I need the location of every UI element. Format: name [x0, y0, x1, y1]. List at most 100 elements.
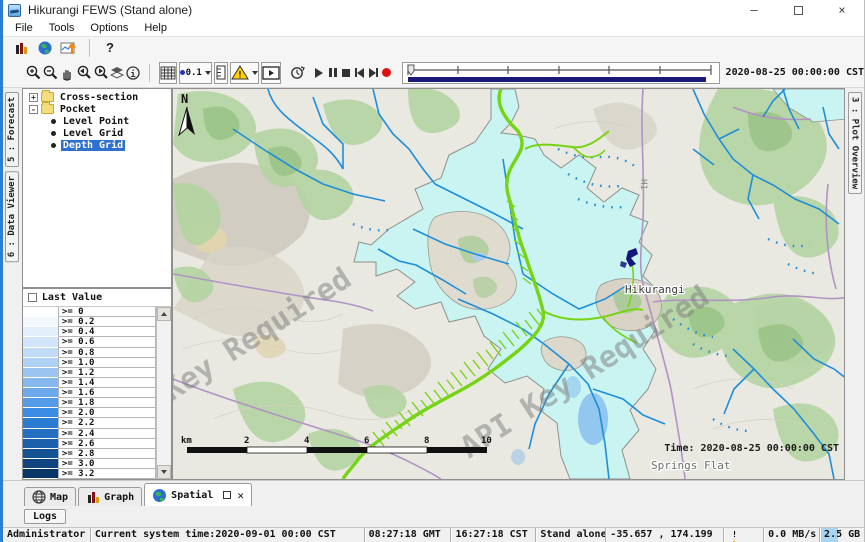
- stop-button[interactable]: [339, 62, 353, 84]
- menu-item[interactable]: Help: [136, 22, 175, 34]
- maximize-button[interactable]: [776, 0, 820, 20]
- legend-swatch: [23, 337, 58, 347]
- expand-icon[interactable]: +: [29, 93, 38, 102]
- svg-text:i: i: [130, 69, 136, 80]
- legend-swatch: [23, 429, 58, 439]
- legend-swatch: [23, 398, 58, 408]
- zoom-previous-icon[interactable]: [75, 62, 92, 84]
- legend-entry-label: >= 3.2: [58, 469, 156, 479]
- logs-row: Logs: [3, 506, 864, 527]
- tab-plot-overview[interactable]: 3 : Plot Overview: [848, 92, 862, 194]
- layers-icon[interactable]: [109, 62, 125, 84]
- help-icon[interactable]: ?: [98, 37, 122, 59]
- map-toolbar: i 0.1 !: [3, 58, 864, 88]
- status-memory: 2.5 GB: [820, 528, 864, 542]
- zoom-out-icon[interactable]: [42, 62, 59, 84]
- tab-map[interactable]: Map: [24, 487, 76, 506]
- last-value-checkbox[interactable]: [28, 293, 37, 302]
- go-to-start-button[interactable]: [353, 62, 367, 84]
- scroll-down-icon[interactable]: [157, 465, 171, 479]
- legend-swatch: [23, 307, 58, 317]
- pan-hand-icon[interactable]: [59, 62, 75, 84]
- map-view[interactable]: API Key Required API Key Required Hikura…: [172, 88, 845, 480]
- legend-swatch: [23, 317, 58, 327]
- legend-entry-label: >= 0: [58, 307, 156, 317]
- legend-entry: >= 2.4: [23, 429, 156, 439]
- logs-button[interactable]: Logs: [24, 509, 66, 524]
- legend-swatch: [23, 408, 58, 418]
- legend-entry-label: >= 2.0: [58, 408, 156, 418]
- map-time-label: Time: 2020-08-25 00:00:00 CST: [665, 442, 840, 454]
- collapse-icon[interactable]: -: [29, 105, 38, 114]
- interval-dot-icon: [180, 70, 185, 75]
- status-gmt-time: 08:27:18 GMT: [365, 528, 452, 542]
- legend-entry-label: >= 2.6: [58, 439, 156, 449]
- chevron-down-icon: [252, 71, 258, 75]
- movie-player-button[interactable]: [261, 62, 281, 84]
- svg-text:4: 4: [304, 436, 310, 446]
- grid-toggle-button[interactable]: [159, 62, 177, 84]
- warning-dropdown[interactable]: !: [230, 62, 259, 84]
- legend-entry: >= 0.2: [23, 317, 156, 327]
- ruler-button[interactable]: [214, 62, 228, 84]
- legend-list: >= 0 >= 0.2 >= 0.4: [23, 307, 156, 479]
- status-user: Administrator: [3, 528, 91, 542]
- info-icon[interactable]: i: [125, 62, 141, 84]
- tab-graph[interactable]: Graph: [78, 487, 142, 506]
- legend-entry: >= 1.8: [23, 398, 156, 408]
- legend-entry: >= 0: [23, 307, 156, 317]
- tab-maximize-icon[interactable]: [223, 491, 231, 499]
- tab-data-viewer[interactable]: 6 : Data Viewer: [5, 171, 19, 262]
- legend-swatch: [23, 469, 58, 479]
- menu-item[interactable]: File: [7, 22, 41, 34]
- interval-dropdown[interactable]: 0.1: [179, 62, 212, 84]
- folder-icon: [41, 92, 54, 102]
- tab-forecast[interactable]: 5 : Forecast: [5, 92, 19, 167]
- go-to-end-button[interactable]: [366, 62, 380, 84]
- area-label: Springs Flat: [651, 459, 730, 472]
- zoom-in-icon[interactable]: [25, 62, 42, 84]
- tree-item-pocket[interactable]: - Pocket: [23, 103, 171, 115]
- legend-entry: >= 2.0: [23, 408, 156, 418]
- legend-entry-label: >= 1.0: [58, 358, 156, 368]
- legend-entry-label: >= 2.2: [58, 418, 156, 428]
- data-panel: + Cross-section - Pocket Level Point Lev…: [22, 88, 172, 480]
- town-label: Hikurangi: [625, 283, 685, 296]
- svg-text:!: !: [237, 71, 242, 81]
- tab-spatial[interactable]: Spatial ✕: [144, 483, 252, 506]
- legend-swatch: [23, 459, 58, 469]
- legend-entry: >= 2.8: [23, 449, 156, 459]
- zoom-next-icon[interactable]: [92, 62, 109, 84]
- close-button[interactable]: ×: [820, 0, 864, 20]
- map-display-icon[interactable]: [33, 37, 57, 59]
- tab-close-icon[interactable]: ✕: [237, 489, 244, 502]
- menu-item[interactable]: Options: [82, 22, 136, 34]
- app-window: Hikurangi FEWS (Stand alone) – × FileToo…: [0, 0, 865, 542]
- status-mode: Stand alone: [536, 528, 606, 542]
- time-slider[interactable]: [402, 62, 720, 84]
- legend-swatch: [23, 418, 58, 428]
- legend-entry-label: >= 2.4: [58, 429, 156, 439]
- minimize-button[interactable]: –: [732, 0, 776, 20]
- road-label: H1: [638, 179, 648, 190]
- last-value-label: Last Value: [42, 292, 102, 303]
- legend-scrollbar[interactable]: [156, 307, 171, 479]
- record-button[interactable]: [380, 62, 394, 84]
- legend-panel: Last Value >= 0 >= 0.2: [22, 288, 172, 480]
- database-viewer-icon[interactable]: [9, 37, 33, 59]
- legend-entry-label: >= 0.4: [58, 327, 156, 337]
- play-button[interactable]: [312, 62, 326, 84]
- svg-text:2: 2: [244, 436, 249, 446]
- tree-item-level-grid[interactable]: Level Grid: [23, 127, 171, 139]
- animation-settings-icon[interactable]: [289, 62, 306, 84]
- pause-button[interactable]: [326, 62, 340, 84]
- status-warning[interactable]: [724, 528, 764, 542]
- globe-wireframe-icon: [32, 490, 46, 504]
- scroll-up-icon[interactable]: [157, 307, 171, 321]
- grid-display-icon[interactable]: [57, 37, 81, 59]
- tree-item-level-point[interactable]: Level Point: [23, 115, 171, 127]
- tree-item-depth-grid[interactable]: Depth Grid: [23, 139, 171, 151]
- view-tab-bar: Map Graph Spatial ✕: [3, 480, 864, 506]
- menu-item[interactable]: Tools: [41, 22, 83, 34]
- legend-entry: >= 1.2: [23, 368, 156, 378]
